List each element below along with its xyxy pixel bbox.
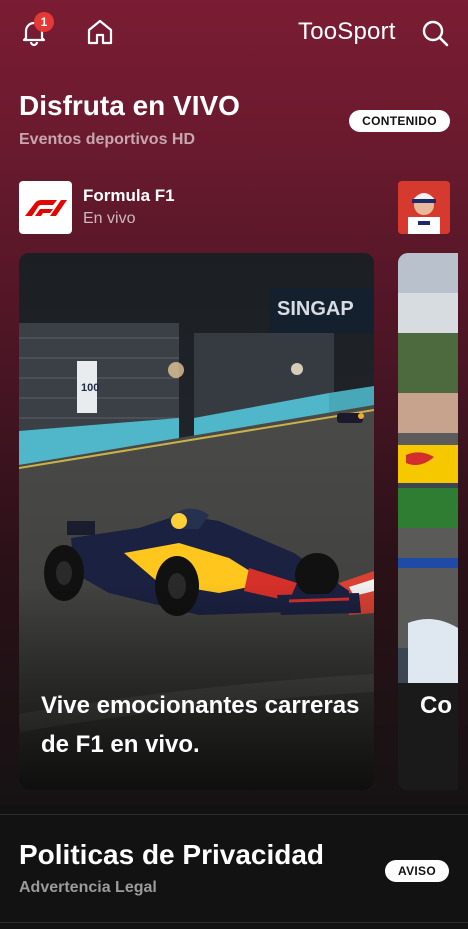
card-caption-2: Co ev — [420, 692, 458, 719]
driver-avatar[interactable] — [398, 181, 450, 234]
app-brand: TooSport — [298, 18, 396, 45]
legal-title[interactable]: Politicas de Privacidad — [19, 839, 324, 871]
notice-tag[interactable]: AVISO — [385, 860, 449, 882]
notification-badge: 1 — [34, 12, 54, 32]
formula1-logo[interactable] — [19, 181, 72, 234]
channel-status: En vivo — [83, 210, 136, 227]
search-icon[interactable] — [420, 18, 450, 48]
track-marker: 100 — [81, 382, 99, 394]
bottom-divider — [0, 922, 468, 923]
home-icon[interactable] — [84, 16, 116, 48]
section-title: Disfruta en VIVO — [19, 90, 240, 121]
content-tag[interactable]: CONTENIDO — [349, 110, 450, 132]
card-caption: Vive emocionantes carreras de F1 en vivo… — [41, 692, 360, 758]
legal-subtitle: Advertencia Legal — [19, 879, 157, 896]
live-event-card-2[interactable]: Co ev — [398, 253, 458, 790]
live-event-card[interactable]: SINGAP 100 Vive emocionantes carreras de… — [19, 253, 374, 790]
singapore-banner: SINGAP — [277, 298, 354, 320]
section-subtitle: Eventos deportivos HD — [19, 131, 196, 148]
section-divider — [0, 814, 468, 815]
channel-name[interactable]: Formula F1 — [83, 186, 175, 206]
